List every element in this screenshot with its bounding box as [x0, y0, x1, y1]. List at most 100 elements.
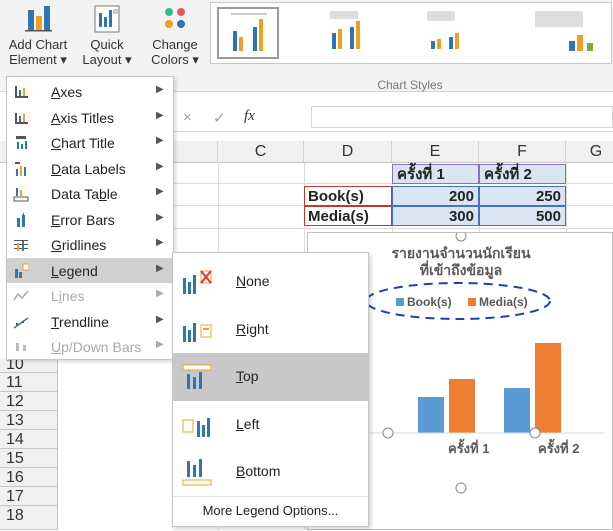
legend-option-none[interactable]: None — [173, 258, 368, 306]
bar-book[interactable] — [504, 388, 530, 433]
column-header-g[interactable]: G — [566, 141, 613, 163]
row-header-10[interactable]: 10 — [0, 357, 58, 373]
resize-handle[interactable] — [529, 427, 541, 439]
row-header-16[interactable]: 16 — [0, 468, 58, 487]
row-label-media[interactable]: Media(s) — [304, 206, 392, 226]
menu-item-data-labels[interactable]: Data Labels ▶ — [7, 156, 173, 181]
value-cell[interactable]: 300 — [392, 206, 479, 226]
chevron-right-icon: ▶ — [156, 237, 164, 248]
legend-none-icon — [183, 270, 212, 294]
add-chart-element-icon — [25, 6, 52, 32]
resize-handle[interactable] — [455, 482, 467, 494]
legend-left-icon — [181, 411, 213, 439]
value-cell[interactable]: 250 — [479, 186, 566, 206]
resize-handle[interactable] — [382, 427, 394, 439]
row-header-17[interactable]: 17 — [0, 487, 58, 506]
chart-style-thumb[interactable] — [511, 7, 611, 59]
value-cell[interactable]: 500 — [479, 206, 566, 226]
row-header-13[interactable]: 13 — [0, 411, 58, 430]
chart-title-icon — [13, 135, 29, 151]
chevron-right-icon: ▶ — [156, 135, 164, 146]
column-header-c[interactable]: C — [218, 141, 304, 163]
legend-top-icon — [181, 363, 213, 391]
legend-option-label: Top — [236, 368, 259, 384]
more-legend-options[interactable]: More Legend Options... — [173, 503, 368, 518]
row-header-14[interactable]: 14 — [0, 430, 58, 449]
column-header-e[interactable]: E — [392, 141, 479, 163]
quick-layout-button[interactable]: Quick Layout ▾ — [78, 0, 136, 67]
legend-top-icon — [182, 364, 212, 389]
menu-item-label: Error Bars — [51, 211, 115, 228]
chart-title-icon — [16, 136, 27, 149]
legend-option-top[interactable]: Top — [173, 353, 368, 401]
row-header-12[interactable]: 12 — [0, 392, 58, 411]
value-cell[interactable]: 200 — [392, 186, 479, 206]
menu-item-lines[interactable]: Lines ▶ — [7, 283, 173, 308]
enter-icon[interactable]: ✓ — [213, 109, 226, 127]
header-cell-e[interactable]: ครั้งที่ 1 — [392, 164, 479, 184]
change-colors-button[interactable]: Change Colors ▾ — [144, 0, 206, 67]
legend-right-icon — [181, 316, 213, 344]
legend-option-right[interactable]: Right — [173, 306, 368, 354]
legend-option-label: Bottom — [236, 463, 281, 479]
menu-item-axis-titles[interactable]: Axis Titles ▶ — [7, 105, 173, 130]
row-header-11[interactable]: 11 — [0, 373, 58, 392]
gridlines-icon — [13, 237, 29, 253]
chevron-right-icon: ▶ — [156, 339, 164, 350]
chart-style-thumb[interactable] — [314, 7, 376, 59]
menu-item-axes[interactable]: Axes ▶ — [7, 79, 173, 104]
menu-item-trendline[interactable]: Trendline ▶ — [7, 309, 173, 334]
menu-item-legend[interactable]: Legend ▶ — [7, 257, 173, 283]
menu-item-error-bars[interactable]: Error Bars ▶ — [7, 207, 173, 232]
row-header-15[interactable]: 15 — [0, 449, 58, 468]
insert-function-button[interactable]: fx — [244, 108, 255, 125]
bar-media[interactable] — [535, 343, 561, 433]
menu-item-data-table[interactable]: Data Table ▶ — [7, 181, 173, 206]
menu-item-chart-title[interactable]: Chart Title ▶ — [7, 130, 173, 155]
legend-highlight-annotation — [365, 282, 551, 320]
dropdown-caret-icon: ▾ — [121, 52, 132, 67]
formula-input[interactable] — [311, 106, 613, 128]
column-header-f[interactable]: F — [479, 141, 566, 163]
data-table-icon — [13, 188, 29, 202]
legend-bottom-icon — [181, 458, 213, 486]
header-cell-f[interactable]: ครั้งที่ 2 — [479, 164, 566, 184]
trendline-icon — [13, 314, 29, 330]
error-bars-icon — [13, 212, 29, 228]
row-label-book[interactable]: Book(s) — [304, 186, 392, 206]
menu-item-gridlines[interactable]: Gridlines ▶ — [7, 232, 173, 257]
menu-item-label: Axis Titles — [51, 109, 115, 126]
menu-item-label: Data Labels — [51, 160, 126, 177]
chart-style-thumb[interactable] — [217, 7, 279, 59]
column-header-d[interactable]: D — [304, 141, 392, 163]
menu-item-label: Axes — [51, 84, 83, 100]
legend-none-icon — [181, 268, 213, 296]
chevron-right-icon: ▶ — [156, 109, 164, 121]
legend-icon — [13, 263, 30, 279]
row-header-18[interactable]: 18 — [0, 506, 58, 530]
lines-icon — [13, 290, 29, 301]
menu-item-label: Up/Down Bars — [51, 339, 142, 355]
add-chart-element-button[interactable]: Add Chart Element ▾ — [6, 0, 70, 67]
bar-book[interactable] — [418, 397, 444, 433]
chart-style-2-icon — [330, 11, 360, 49]
chart-style-thumb[interactable] — [411, 7, 473, 59]
menu-item-up-down-bars[interactable]: Up/Down Bars ▶ — [7, 334, 173, 359]
chevron-right-icon: ▶ — [156, 84, 164, 95]
formula-bar: × ✓ fx — [165, 102, 613, 132]
menu-separator — [173, 496, 368, 497]
quick-layout-icon — [94, 5, 120, 33]
data-labels-icon — [13, 161, 29, 177]
bar-media[interactable] — [449, 379, 475, 433]
legend-option-bottom[interactable]: Bottom — [173, 448, 368, 496]
resize-handle[interactable] — [455, 233, 467, 242]
chevron-right-icon: ▶ — [156, 288, 164, 299]
x-axis-label: ครั้งที่ 1 — [448, 441, 490, 456]
cancel-icon[interactable]: × — [183, 109, 192, 126]
trendline-icon — [13, 316, 29, 329]
add-chart-element-menu: Axes ▶ Axis Titles ▶ Chart Title ▶ Data Labels… — [6, 76, 174, 360]
legend-option-left[interactable]: Left — [173, 401, 368, 449]
add-chart-element-line1: Add Chart — [8, 37, 68, 52]
lines-icon — [13, 288, 29, 304]
data-labels-icon — [15, 161, 26, 176]
